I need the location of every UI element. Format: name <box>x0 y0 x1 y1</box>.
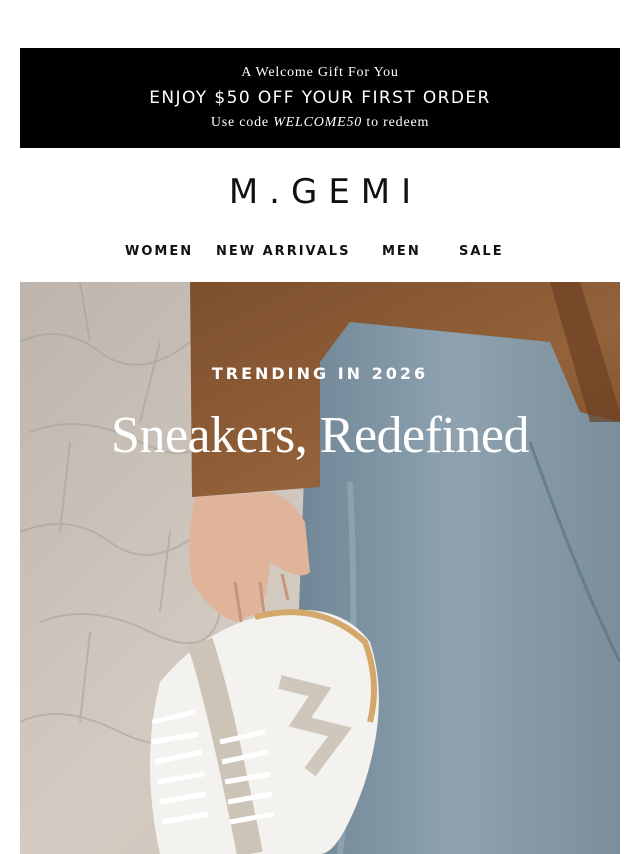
nav-item-new-arrivals[interactable]: NEW ARRIVALS <box>216 244 350 259</box>
promo-offer: ENJOY $50 OFF YOUR FIRST ORDER <box>149 88 491 108</box>
hero-eyebrow: TRENDING IN 2026 <box>211 364 429 383</box>
promo-code: WELCOME50 <box>273 115 363 130</box>
brand-logo[interactable]: M.GEMI <box>0 172 640 212</box>
nav-item-men[interactable]: MEN <box>382 244 421 259</box>
promo-code-line: Use code WELCOME50 to redeem <box>20 115 620 131</box>
nav-item-women[interactable]: WOMEN <box>125 244 193 259</box>
promo-code-prefix: Use code <box>210 115 274 130</box>
promo-subtitle: A Welcome Gift For You <box>241 65 399 80</box>
nav-item-sale[interactable]: SALE <box>459 244 504 259</box>
promo-code-suffix: to redeem <box>362 115 430 130</box>
hero-headline: Sneakers, Redefined <box>111 407 529 464</box>
hero-banner[interactable]: TRENDING IN 2026 Sneakers, Redefined <box>20 282 620 854</box>
main-nav: WOMEN NEW ARRIVALS MEN SALE <box>0 244 640 262</box>
promo-banner[interactable]: A Welcome Gift For You ENJOY $50 OFF YOU… <box>20 48 620 148</box>
